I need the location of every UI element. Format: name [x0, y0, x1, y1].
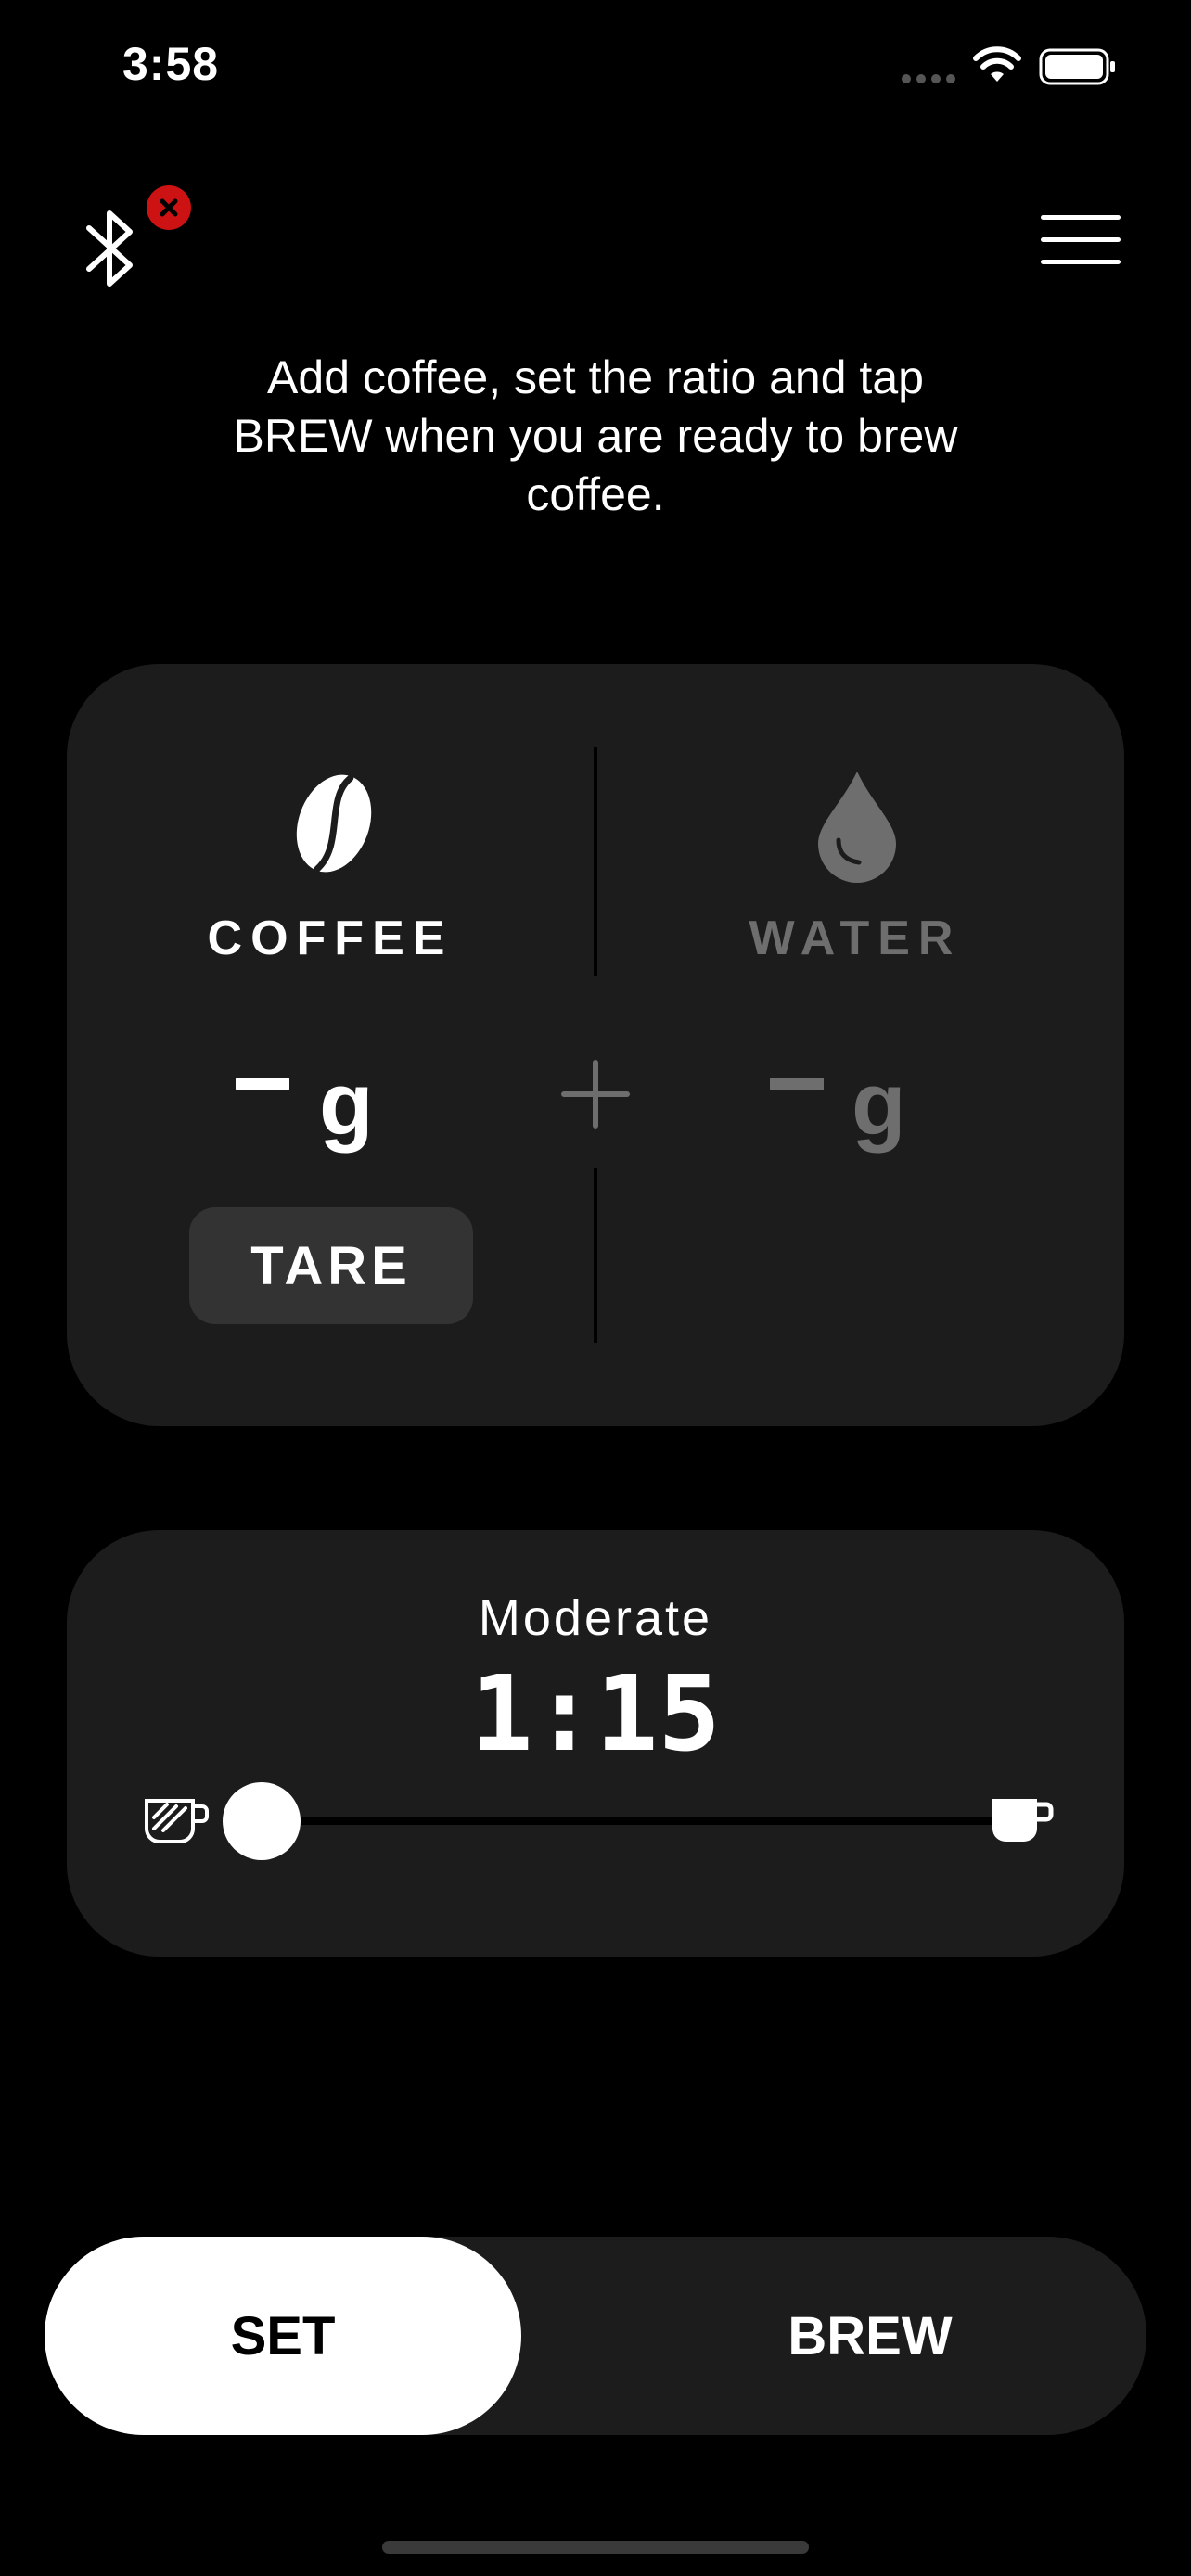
- set-mode-button[interactable]: SET: [45, 2237, 521, 2435]
- ratio-slider[interactable]: [223, 1780, 1002, 1862]
- menu-icon[interactable]: [1041, 215, 1121, 267]
- mode-switch: SET BREW: [45, 2237, 1146, 2435]
- column-divider: [594, 1168, 597, 1343]
- empty-value-dash: [236, 1078, 289, 1090]
- status-time: 3:58: [122, 38, 220, 90]
- bluetooth-icon: [86, 210, 133, 287]
- coffee-weight-unit: g: [319, 1054, 374, 1154]
- water-drop-icon: [818, 772, 896, 883]
- water-weight-unit: g: [852, 1054, 906, 1154]
- strong-coffee-cup-icon: [145, 1799, 209, 1843]
- bluetooth-status-button[interactable]: [83, 185, 195, 287]
- water-weight-value: g: [670, 1035, 1041, 1165]
- brew-mode-button[interactable]: BREW: [694, 2237, 1046, 2435]
- coffee-weight-value: g: [145, 1035, 516, 1165]
- cellular-signal-icon: [902, 74, 957, 83]
- coffee-label: COFFEE: [207, 912, 454, 965]
- wifi-icon: [973, 46, 1021, 82]
- instruction-text: Add coffee, set the ratio and tap BREW w…: [233, 351, 958, 520]
- ratio-value: 1:15: [470, 1654, 721, 1775]
- coffee-bean-icon: [296, 774, 372, 873]
- tare-button[interactable]: TARE: [189, 1207, 473, 1324]
- column-divider: [594, 747, 597, 976]
- mild-coffee-cup-icon: [992, 1799, 1054, 1842]
- slider-track[interactable]: [260, 1817, 1002, 1825]
- ratio-card: Moderate 1:15: [67, 1530, 1124, 1957]
- weight-card: COFFEE WATER g g TARE: [67, 664, 1124, 1426]
- water-label: WATER: [749, 912, 962, 965]
- home-indicator: [382, 2541, 809, 2554]
- slider-thumb[interactable]: [223, 1782, 301, 1860]
- ratio-strength-label: Moderate: [478, 1590, 713, 1646]
- empty-value-dash: [770, 1078, 824, 1090]
- connection-error-badge: [147, 185, 191, 230]
- plus-icon: [561, 1060, 630, 1129]
- battery-icon: [1039, 48, 1115, 85]
- close-icon: [160, 198, 178, 217]
